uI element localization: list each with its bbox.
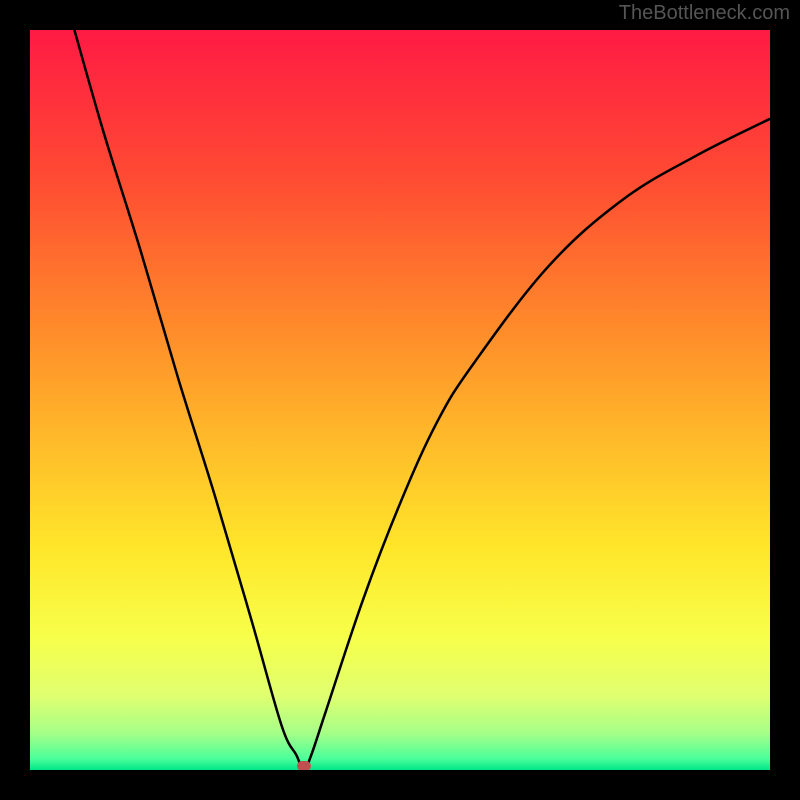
chart-frame: TheBottleneck.com [0, 0, 800, 800]
bottleneck-curve [30, 30, 770, 770]
optimal-point-marker [297, 761, 311, 770]
watermark-text: TheBottleneck.com [619, 2, 790, 25]
plot-area [30, 30, 770, 770]
